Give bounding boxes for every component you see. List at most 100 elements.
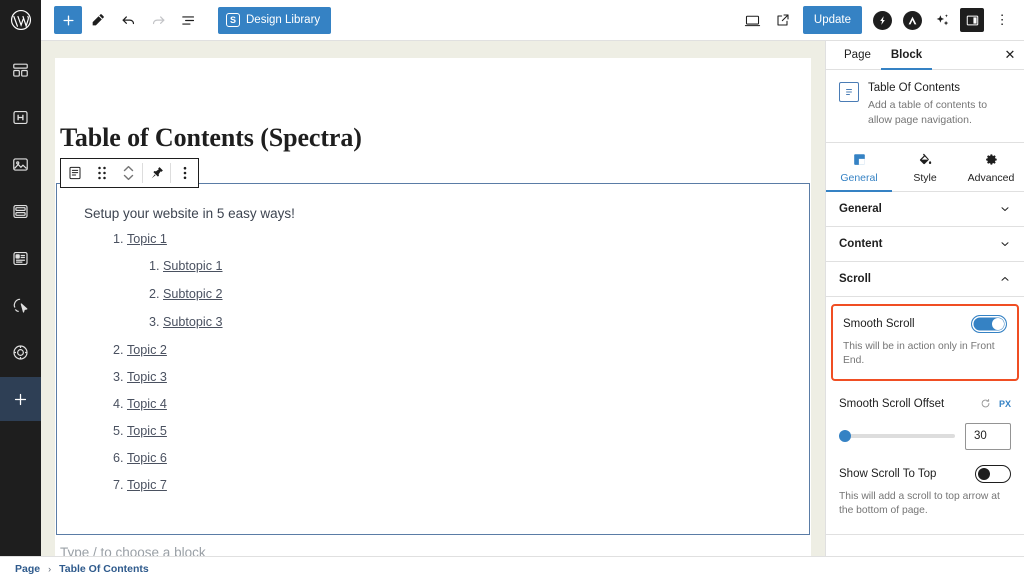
toc-link[interactable]: Topic 1	[127, 232, 167, 246]
offset-slider-row: 30	[839, 423, 1011, 450]
toc-list: Topic 1 Subtopic 1 Subtopic 2 Subtopic 3…	[81, 232, 809, 492]
list-item: Subtopic 1	[163, 259, 809, 273]
style-tabs: General Style	[826, 143, 1024, 192]
block-info: Table Of Contents Add a table of content…	[826, 70, 1024, 143]
add-block-button[interactable]	[54, 6, 82, 34]
tab-advanced[interactable]: Advanced	[958, 143, 1024, 192]
desktop-view-icon[interactable]	[739, 6, 767, 34]
scroll-to-top-row: Show Scroll To Top	[839, 465, 1011, 483]
wordpress-logo[interactable]	[0, 0, 41, 41]
tab-page[interactable]: Page	[834, 41, 881, 70]
tab-block[interactable]: Block	[881, 41, 932, 70]
left-icon-rail	[0, 41, 41, 556]
design-library-label: Design Library	[246, 14, 320, 26]
toc-block-icon[interactable]	[61, 159, 88, 187]
list-item: Subtopic 3	[163, 315, 809, 329]
top-toolbar: S Design Library Update	[0, 0, 1024, 41]
list-item: Topic 5	[127, 424, 809, 438]
show-scroll-to-top-help: This will add a scroll to top arrow at t…	[839, 490, 1011, 519]
rail-add-button[interactable]	[0, 377, 41, 421]
toc-link[interactable]: Subtopic 2	[163, 287, 223, 301]
undo-button[interactable]	[114, 6, 142, 34]
empty-paragraph-placeholder[interactable]: Type / to choose a block	[60, 545, 206, 556]
offset-slider[interactable]	[839, 434, 955, 438]
toc-link[interactable]: Topic 5	[127, 424, 167, 438]
tab-general[interactable]: General	[826, 143, 892, 192]
view-site-icon[interactable]	[769, 6, 797, 34]
list-item: Topic 6	[127, 451, 809, 465]
list-item: Subtopic 2	[163, 287, 809, 301]
settings-sidebar: Page Block ✕ Table Of Contents Add a tab…	[825, 41, 1024, 556]
smooth-scroll-highlight: Smooth Scroll This will be in action onl…	[831, 304, 1019, 381]
unit-px-label[interactable]: PX	[999, 399, 1011, 409]
tab-advanced-label: Advanced	[968, 172, 1015, 184]
breadcrumb-item-block[interactable]: Table Of Contents	[59, 563, 149, 575]
drag-handle-icon[interactable]	[88, 159, 115, 187]
toc-link[interactable]: Topic 6	[127, 451, 167, 465]
redo-button[interactable]	[144, 6, 172, 34]
smooth-scroll-row: Smooth Scroll	[843, 315, 1007, 333]
image-icon[interactable]	[0, 142, 41, 186]
toc-link[interactable]: Subtopic 1	[163, 259, 223, 273]
edit-pencil-icon[interactable]	[84, 6, 112, 34]
smooth-scroll-toggle[interactable]	[971, 315, 1007, 333]
toolbar-left-group: S Design Library	[41, 6, 331, 34]
show-scroll-to-top-toggle[interactable]	[975, 465, 1011, 483]
spectra-logo-icon[interactable]	[868, 6, 896, 34]
table-of-contents-block[interactable]: Setup your website in 5 easy ways! Topic…	[56, 183, 810, 535]
container-icon[interactable]	[0, 189, 41, 233]
panel-scroll[interactable]: Scroll	[826, 262, 1024, 297]
toc-link[interactable]: Topic 7	[127, 478, 167, 492]
list-item: Topic 7	[127, 478, 809, 492]
chevron-down-icon	[999, 203, 1011, 215]
more-options-icon[interactable]	[171, 159, 198, 187]
paint-bucket-icon	[918, 152, 933, 167]
pin-icon[interactable]	[143, 159, 170, 187]
settings-sidebar-toggle[interactable]	[958, 6, 986, 34]
show-scroll-to-top-label: Show Scroll To Top	[839, 468, 936, 480]
smooth-scroll-help: This will be in action only in Front End…	[843, 340, 1007, 369]
editor-canvas: Table of Contents (Spectra)	[41, 41, 825, 556]
spectra-badge-icon: S	[226, 13, 240, 27]
ai-sparkle-icon[interactable]	[928, 6, 956, 34]
reset-icon[interactable]	[980, 398, 991, 409]
editor-app: S Design Library Update	[0, 0, 1024, 580]
offset-value-input[interactable]: 30	[965, 423, 1011, 450]
cursor-click-icon[interactable]	[0, 283, 41, 327]
breadcrumb-item-page[interactable]: Page	[15, 563, 40, 575]
toc-link[interactable]: Topic 3	[127, 370, 167, 384]
panel-content[interactable]: Content	[826, 227, 1024, 262]
toolbar-right-group: Update	[739, 6, 1024, 34]
scroll-panel-body: Smooth Scroll This will be in action onl…	[826, 297, 1024, 536]
toc-link[interactable]: Subtopic 3	[163, 315, 223, 329]
content-card-icon[interactable]	[0, 236, 41, 280]
smooth-scroll-offset-label: Smooth Scroll Offset	[839, 398, 944, 410]
toc-link[interactable]: Topic 2	[127, 343, 167, 357]
list-item: Topic 3	[127, 370, 809, 384]
toc-block-icon	[839, 82, 859, 102]
list-view-button[interactable]	[174, 6, 202, 34]
heading-icon[interactable]	[0, 95, 41, 139]
page-title[interactable]: Table of Contents (Spectra)	[55, 58, 811, 153]
offset-header-row: Smooth Scroll Offset PX	[839, 398, 1011, 410]
astra-logo-icon[interactable]	[898, 6, 926, 34]
general-square-icon	[852, 152, 867, 167]
list-item: Topic 1 Subtopic 1 Subtopic 2 Subtopic 3	[127, 232, 809, 329]
tab-style[interactable]: Style	[892, 143, 958, 192]
block-toolbar	[60, 158, 199, 188]
tab-general-label: General	[840, 172, 877, 184]
move-updown-icon[interactable]	[115, 159, 142, 187]
editor-body: Table of Contents (Spectra)	[0, 41, 1024, 556]
close-icon[interactable]: ✕	[996, 41, 1024, 69]
update-button[interactable]: Update	[803, 6, 862, 34]
toc-link[interactable]: Topic 4	[127, 397, 167, 411]
more-options-button[interactable]: ⋮	[988, 6, 1016, 34]
dashboard-icon[interactable]	[0, 48, 41, 92]
panel-general[interactable]: General	[826, 192, 1024, 227]
gear-icon	[984, 152, 999, 167]
panel-general-label: General	[839, 203, 882, 215]
target-icon[interactable]	[0, 330, 41, 374]
block-description: Add a table of contents to allow page na…	[868, 98, 1011, 128]
block-title: Table Of Contents	[868, 82, 1011, 94]
design-library-button[interactable]: S Design Library	[218, 7, 331, 34]
